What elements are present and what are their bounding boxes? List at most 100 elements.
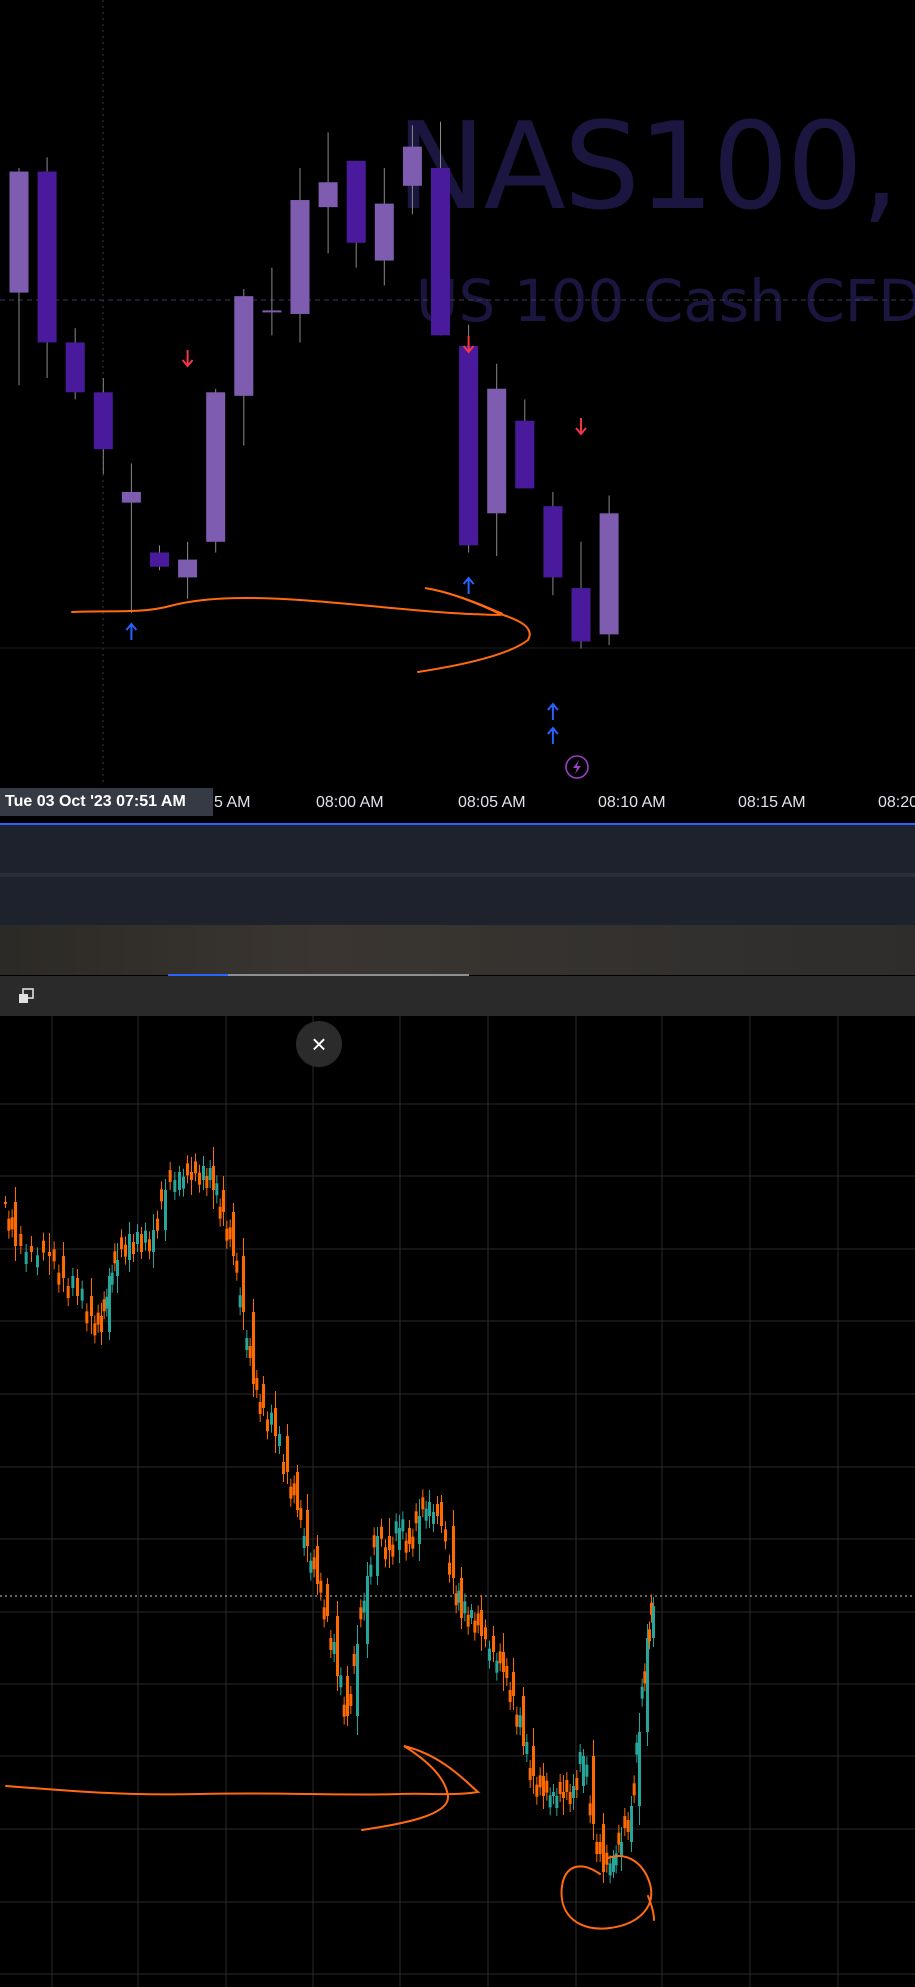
candle-body	[80, 1288, 84, 1301]
candle-body	[228, 1227, 232, 1240]
candle-body	[48, 1252, 51, 1256]
candle-body	[620, 1842, 623, 1856]
candle-body	[470, 1610, 473, 1618]
candle-body	[492, 1636, 495, 1652]
candle-body	[595, 1842, 599, 1854]
candle-body	[238, 1295, 242, 1308]
candle-body	[473, 1620, 477, 1633]
buy-signal-arrow	[462, 576, 475, 594]
candle-body	[290, 200, 310, 314]
candle-body	[599, 513, 619, 635]
candle-body	[148, 1239, 151, 1252]
candle-body	[212, 1166, 215, 1190]
candle-body	[90, 1296, 93, 1316]
candle-body	[116, 1260, 119, 1276]
candle-body	[555, 1796, 559, 1808]
candle-body	[178, 1172, 181, 1190]
candle-body	[299, 1508, 303, 1520]
secondary-price-chart[interactable]	[0, 1016, 915, 1987]
candle-body	[578, 1752, 582, 1764]
candle-body	[258, 1402, 262, 1414]
candle-body	[362, 1600, 366, 1613]
candle-body	[218, 1206, 222, 1219]
candle-body	[198, 1172, 201, 1185]
time-tick: 08:05 AM	[458, 794, 526, 811]
candle-body	[518, 1715, 522, 1728]
candle-body	[626, 1820, 630, 1832]
candle-body	[7, 1218, 11, 1231]
candle-body	[306, 1510, 309, 1546]
candle-body	[234, 296, 254, 396]
indicator-pane[interactable]	[0, 825, 915, 873]
candle-body	[568, 1792, 572, 1804]
candle-body	[24, 1252, 28, 1264]
candle-body	[525, 1742, 529, 1754]
candle-body	[262, 310, 282, 313]
candle-body	[384, 1547, 387, 1560]
candle-body	[346, 1676, 349, 1716]
hand-drawn-annotation	[5, 1745, 481, 1831]
candle-body	[459, 346, 479, 546]
candle-body	[457, 1590, 461, 1603]
candle-body	[608, 1863, 612, 1876]
candle-body	[286, 1436, 289, 1472]
main-chart-pane[interactable]: NAS100, 1 US 100 Cash CFD 5 AM 08:00 AM …	[0, 0, 915, 820]
candle-body	[638, 1732, 641, 1806]
candle-body	[202, 1166, 205, 1180]
candle-body	[388, 1536, 391, 1550]
candle-body	[93, 1323, 97, 1336]
candle-body	[173, 1180, 177, 1192]
candle-body	[225, 1228, 229, 1241]
candle-body	[585, 1764, 589, 1777]
candle-body	[57, 1272, 61, 1285]
candle-body	[349, 1694, 353, 1706]
candle-body	[156, 1218, 159, 1231]
candle-body	[205, 1176, 209, 1188]
candle-body	[312, 1557, 316, 1570]
candle-body	[488, 1648, 491, 1661]
candle-body	[270, 1412, 273, 1425]
close-button[interactable]: ×	[296, 1021, 342, 1067]
price-chart-canvas[interactable]	[0, 0, 915, 786]
time-tick: 5 AM	[214, 794, 251, 811]
candle-body	[248, 1346, 252, 1358]
candle-body	[30, 1246, 33, 1252]
secondary-chart-pane[interactable]	[0, 1016, 915, 1987]
candle-body	[432, 1512, 435, 1524]
popout-icon[interactable]	[18, 988, 34, 1004]
candle-body	[448, 1562, 451, 1575]
candle-body	[245, 1338, 249, 1350]
candle-body	[454, 1593, 458, 1606]
flash-icon-glyph	[573, 760, 581, 774]
candle-body	[643, 1671, 647, 1684]
candle-body	[302, 1536, 306, 1548]
candle-body	[222, 1190, 225, 1212]
indicator-pane-secondary[interactable]	[0, 877, 915, 925]
candle-body	[282, 1462, 285, 1474]
candle-body	[266, 1419, 269, 1432]
candle-body	[571, 588, 591, 642]
candle-body	[374, 203, 394, 261]
candle-body	[648, 1629, 651, 1642]
candle-body	[452, 1526, 455, 1578]
candle-body	[630, 1806, 633, 1842]
candle-body	[502, 1652, 505, 1672]
candle-body	[289, 1486, 293, 1499]
sell-signal-arrow	[181, 350, 194, 368]
candle-body	[508, 1690, 512, 1702]
candle-body	[292, 1483, 296, 1496]
candle-body	[136, 1232, 139, 1244]
candle-body	[356, 1644, 359, 1716]
candle-body	[352, 1654, 356, 1666]
hand-drawn-circle	[560, 1855, 655, 1930]
candle-body	[431, 168, 450, 336]
candle-body	[194, 1161, 197, 1174]
candle-body	[242, 1256, 245, 1312]
candle-body	[565, 1780, 569, 1792]
candle-body	[398, 1528, 401, 1550]
candle-body	[436, 1504, 439, 1516]
candle-body	[592, 1756, 595, 1824]
candle-body	[359, 1607, 363, 1620]
candle-body	[96, 1312, 100, 1325]
candle-body	[144, 1230, 147, 1243]
